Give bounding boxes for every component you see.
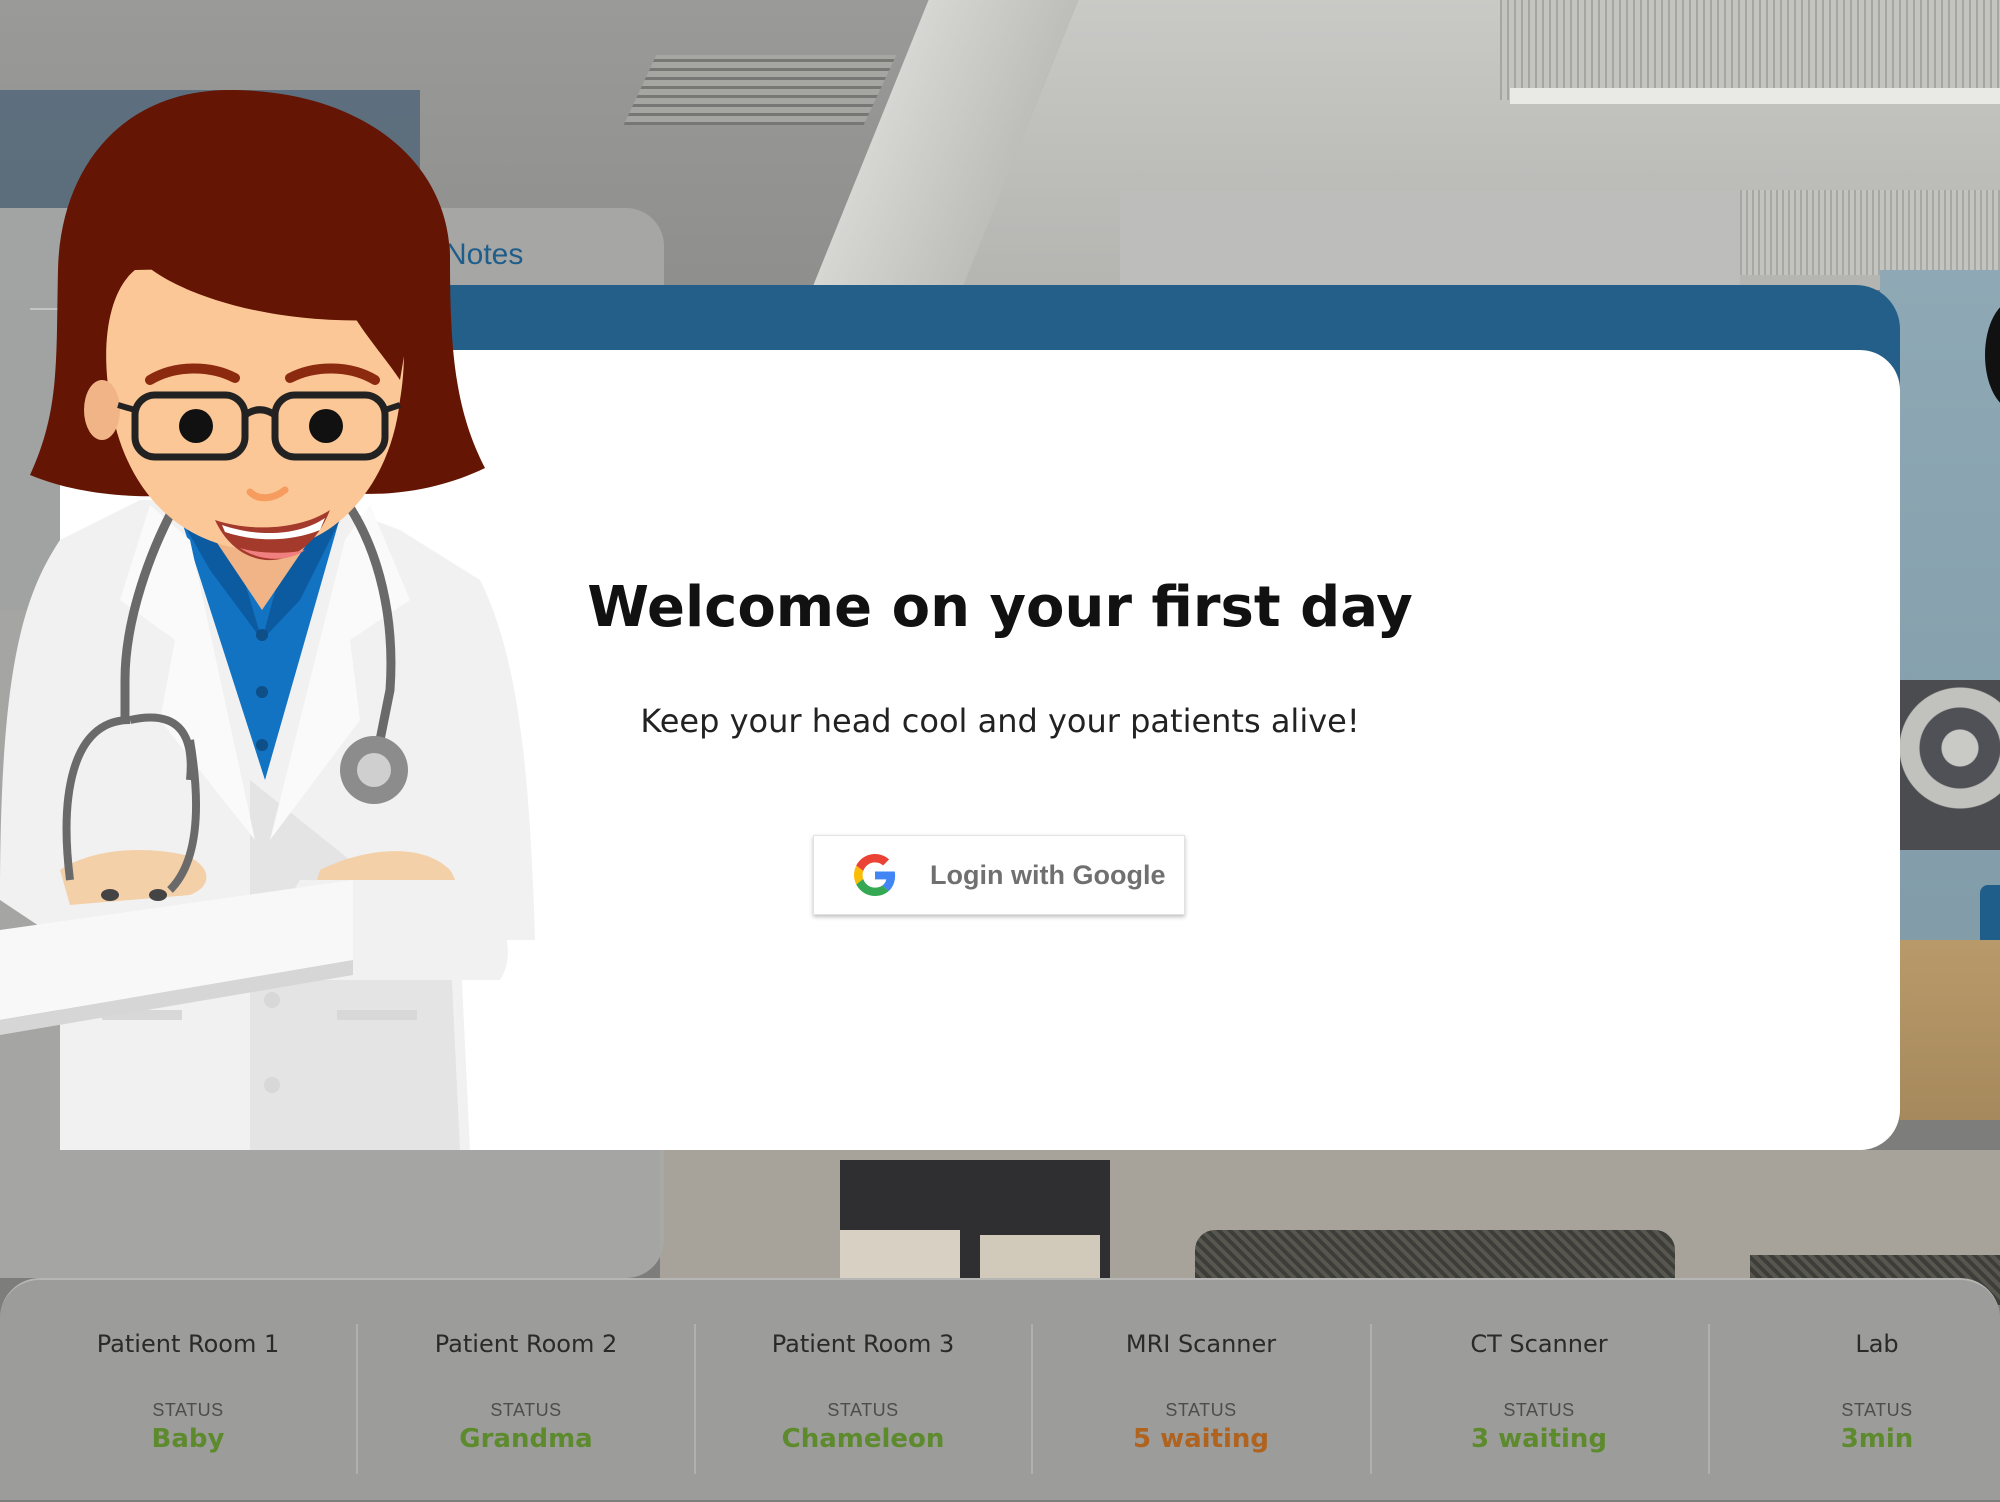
ceiling-vent-far bbox=[1740, 190, 2000, 275]
room-name: MRI Scanner bbox=[1125, 1330, 1277, 1358]
room-card-patient-room-3[interactable]: Patient Room 3 STATUS Chameleon bbox=[694, 1280, 1032, 1502]
room-name: Patient Room 2 bbox=[434, 1330, 618, 1358]
status-value: Grandma bbox=[459, 1424, 593, 1454]
login-with-google-button[interactable]: Login with Google bbox=[813, 835, 1185, 915]
login-button-label: Login with Google bbox=[930, 860, 1166, 890]
status-label: STATUS bbox=[1165, 1400, 1237, 1420]
patterned-sofa bbox=[1900, 680, 2000, 850]
dialog-subtitle: Keep your head cool and your patients al… bbox=[640, 702, 1360, 740]
status-label: STATUS bbox=[827, 1400, 899, 1420]
room-name: Patient Room 1 bbox=[96, 1330, 280, 1358]
status-label: STATUS bbox=[490, 1400, 562, 1420]
status-label: STATUS bbox=[1503, 1400, 1575, 1420]
google-icon bbox=[854, 854, 896, 896]
room-status-bar: Patient Room 1 STATUS Baby Patient Room … bbox=[0, 1278, 2000, 1500]
status-value: Baby bbox=[151, 1424, 225, 1454]
room-name: Lab bbox=[1855, 1330, 1899, 1358]
status-label: STATUS bbox=[152, 1400, 224, 1420]
status-value: 5 waiting bbox=[1132, 1424, 1270, 1454]
room-card-patient-room-1[interactable]: Patient Room 1 STATUS Baby bbox=[19, 1280, 357, 1502]
status-label: STATUS bbox=[1841, 1400, 1913, 1420]
back-wall bbox=[1120, 190, 1740, 300]
status-value: Chameleon bbox=[781, 1424, 945, 1454]
dialog-title: Welcome on your first day bbox=[587, 575, 1413, 640]
ceiling-light bbox=[1510, 88, 2000, 104]
room-card-mri-scanner[interactable]: MRI Scanner STATUS 5 waiting bbox=[1032, 1280, 1370, 1502]
room-name: CT Scanner bbox=[1470, 1330, 1608, 1358]
room-card-patient-room-2[interactable]: Patient Room 2 STATUS Grandma bbox=[357, 1280, 695, 1502]
status-value: 3min bbox=[1840, 1424, 1914, 1454]
room-name: Patient Room 3 bbox=[771, 1330, 955, 1358]
status-value: 3 waiting bbox=[1470, 1424, 1608, 1454]
ceiling-vent bbox=[623, 55, 897, 125]
wood-floor bbox=[1900, 940, 2000, 1120]
doctor-character bbox=[0, 90, 535, 1150]
room-card-ct-scanner[interactable]: CT Scanner STATUS 3 waiting bbox=[1370, 1280, 1708, 1502]
room-card-lab[interactable]: Lab STATUS 3min bbox=[1708, 1280, 2000, 1502]
ceiling-vent-right bbox=[1500, 0, 2000, 100]
